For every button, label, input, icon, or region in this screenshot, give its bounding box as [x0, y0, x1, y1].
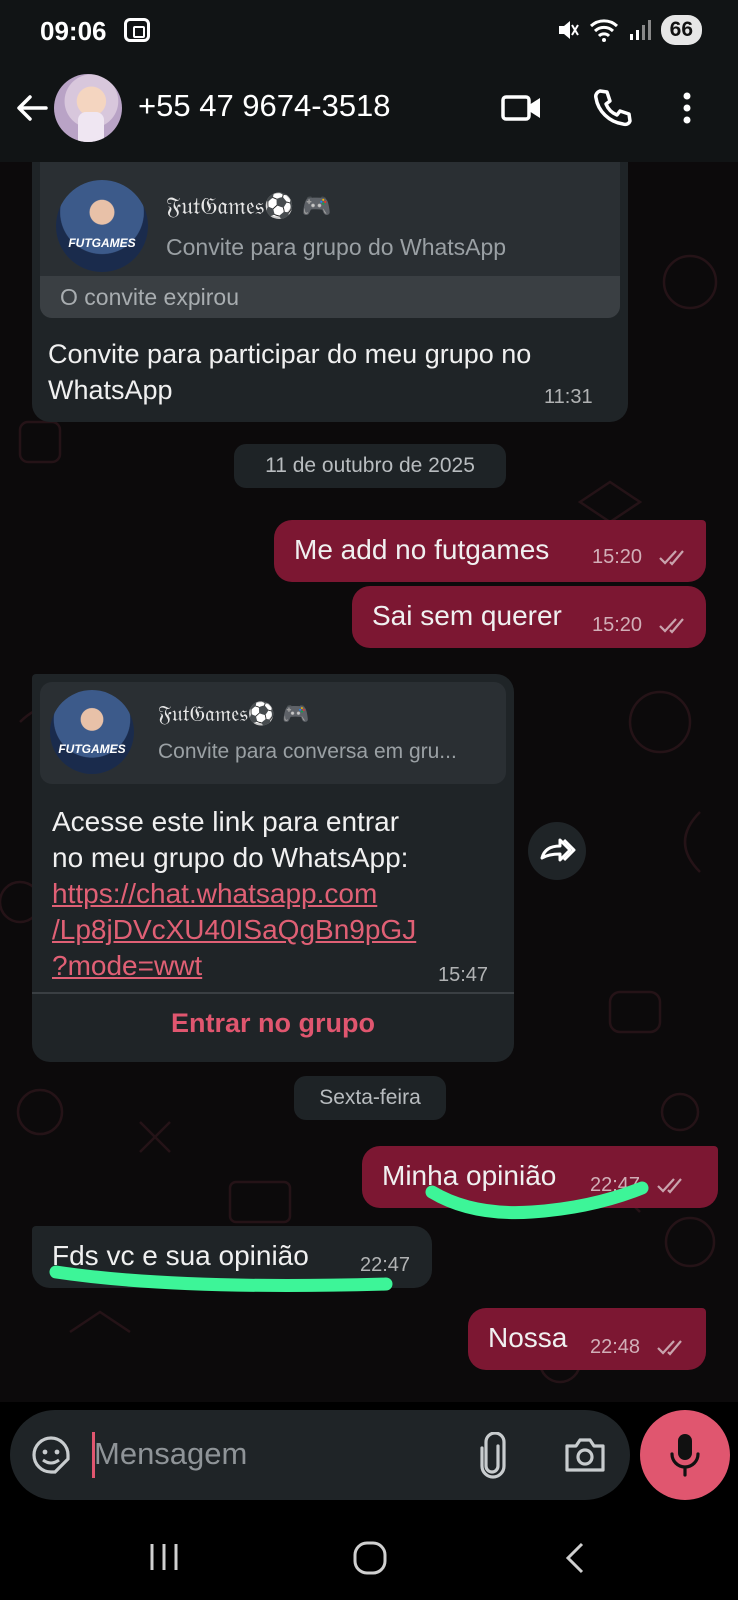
home-icon[interactable]	[352, 1540, 388, 1576]
status-bar: 09:06 66	[0, 0, 738, 62]
group-thumbnail: FUTGAMES	[56, 180, 148, 272]
contact-avatar[interactable]	[54, 74, 122, 142]
message-text: Me add no futgames	[294, 534, 550, 565]
mute-icon	[558, 21, 579, 39]
mic-icon	[670, 1434, 700, 1477]
invite-expired-bar: O convite expirou	[40, 276, 620, 318]
marker-highlight	[49, 1265, 393, 1292]
contact-name[interactable]: +55 47 9674-3518	[138, 88, 391, 124]
forward-button[interactable]	[528, 822, 586, 880]
signal-icon	[629, 20, 651, 40]
invite-message-bubble[interactable]: FUTGAMES 𝔉𝔲𝔱𝔊𝔞𝔪𝔢𝔰⚽ 🎮 Convite para grupo …	[32, 162, 628, 422]
status-icons: 66	[557, 14, 702, 46]
invite-expired-label: O convite expirou	[60, 284, 239, 310]
date-separator: Sexta-feira	[294, 1076, 446, 1120]
recent-apps-icon[interactable]	[146, 1542, 182, 1572]
message-text: Sai sem querer	[372, 600, 562, 631]
more-options-icon[interactable]	[672, 84, 702, 132]
screenshot-indicator-icon	[124, 18, 150, 42]
chat-header: +55 47 9674-3518	[0, 62, 738, 162]
group-thumbnail-label: FUTGAMES	[58, 742, 126, 756]
camera-icon[interactable]	[562, 1432, 608, 1478]
battery-indicator: 66	[660, 15, 702, 45]
message-time: 11:31	[544, 386, 593, 408]
invite-link-message-bubble[interactable]: FUTGAMES 𝔉𝔲𝔱𝔊𝔞𝔪𝔢𝔰⚽ 🎮 Convite para conver…	[32, 674, 514, 1062]
message-time: 15:20	[592, 546, 643, 568]
read-receipt-icon	[659, 550, 684, 566]
status-time: 09:06	[40, 16, 107, 46]
wifi-icon	[589, 19, 618, 42]
system-nav-bar	[0, 1510, 738, 1600]
group-thumbnail: FUTGAMES	[50, 690, 134, 774]
voice-message-button[interactable]	[640, 1410, 730, 1500]
attach-icon[interactable]	[476, 1432, 510, 1480]
message-input-bar[interactable]: Mensagem	[10, 1410, 630, 1500]
read-receipt-icon	[657, 1340, 682, 1356]
nav-back-icon[interactable]	[562, 1540, 590, 1576]
join-divider	[32, 992, 514, 994]
invite-group-name: 𝔉𝔲𝔱𝔊𝔞𝔪𝔢𝔰⚽ 🎮	[158, 702, 310, 727]
invite-subtitle: Convite para conversa em gru...	[158, 740, 457, 763]
message-time: 15:20	[592, 614, 643, 636]
message-time: 15:47	[438, 964, 489, 986]
invite-link[interactable]: ?mode=wwt	[52, 948, 202, 984]
message-text: WhatsApp	[48, 375, 173, 405]
marker-highlight	[425, 1181, 649, 1220]
back-arrow-icon[interactable]	[12, 88, 52, 128]
forward-icon	[540, 838, 576, 862]
invite-link[interactable]: https://chat.whatsapp.com	[52, 876, 377, 912]
invite-group-name: 𝔉𝔲𝔱𝔊𝔞𝔪𝔢𝔰⚽ 🎮	[166, 192, 332, 220]
message-time: 22:48	[590, 1336, 641, 1358]
outgoing-message-bubble[interactable]: Me add no futgames 15:20	[274, 520, 706, 582]
sticker-icon[interactable]	[28, 1432, 74, 1478]
date-separator: 11 de outubro de 2025	[234, 444, 506, 488]
invite-link[interactable]: /Lp8jDVcXU40ISaQgBn9pGJ	[52, 912, 416, 948]
chat-area[interactable]: FUTGAMES 𝔉𝔲𝔱𝔊𝔞𝔪𝔢𝔰⚽ 🎮 Convite para grupo …	[0, 162, 738, 1402]
outgoing-message-bubble[interactable]: Sai sem querer 15:20	[352, 586, 706, 648]
outgoing-message-bubble[interactable]: Nossa 22:48	[468, 1308, 706, 1370]
video-call-icon[interactable]	[498, 84, 546, 132]
join-group-button[interactable]: Entrar no grupo	[32, 1008, 514, 1039]
message-text: Acesse este link para entrar	[52, 806, 400, 837]
read-receipt-icon	[657, 1178, 682, 1194]
read-receipt-icon	[659, 618, 684, 634]
group-invite-card[interactable]: FUTGAMES 𝔉𝔲𝔱𝔊𝔞𝔪𝔢𝔰⚽ 🎮 Convite para grupo …	[40, 162, 620, 318]
phone-icon[interactable]	[588, 84, 636, 132]
message-text: Convite para participar do meu grupo no	[48, 339, 532, 369]
message-input[interactable]: Mensagem	[94, 1436, 247, 1472]
group-thumbnail-label: FUTGAMES	[68, 236, 136, 250]
message-text: no meu grupo do WhatsApp:	[52, 842, 409, 873]
group-invite-card[interactable]: FUTGAMES 𝔉𝔲𝔱𝔊𝔞𝔪𝔢𝔰⚽ 🎮 Convite para conver…	[40, 682, 506, 784]
message-text: Nossa	[488, 1322, 568, 1353]
invite-subtitle: Convite para grupo do WhatsApp	[166, 234, 507, 260]
